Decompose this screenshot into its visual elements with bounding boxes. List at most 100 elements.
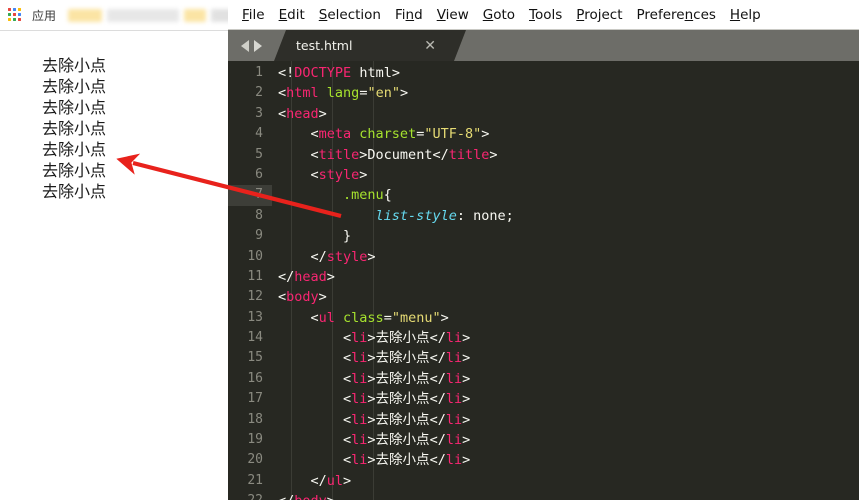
- code-token: >: [462, 350, 471, 367]
- bookmark-item[interactable]: [211, 9, 228, 22]
- code-line[interactable]: 2 <html lang="en">: [228, 83, 859, 103]
- line-number: 16: [247, 370, 263, 386]
- menu-item-tools[interactable]: Tools: [522, 5, 569, 24]
- code-token: >: [481, 126, 490, 143]
- code-line-text: <head>: [272, 104, 859, 124]
- code-line[interactable]: 13 <ul class="menu">: [228, 308, 859, 328]
- code-token: li: [351, 432, 368, 449]
- menu-item-find[interactable]: Find: [388, 5, 430, 24]
- code-line[interactable]: 10 </style>: [228, 247, 859, 267]
- code-token: >: [367, 350, 376, 367]
- code-line[interactable]: 7 .menu{: [228, 185, 859, 206]
- line-number: 19: [247, 432, 263, 448]
- menu-item-edit[interactable]: Edit: [272, 5, 312, 24]
- code-token: >: [462, 411, 471, 428]
- code-token: {: [383, 187, 392, 204]
- code-line-text: <li>去除小点</li>: [272, 430, 859, 450]
- code-line[interactable]: 20 <li>去除小点</li>: [228, 450, 859, 470]
- code-line-text: <title>Document</title>: [272, 145, 859, 165]
- code-line[interactable]: 4 <meta charset="UTF-8">: [228, 124, 859, 144]
- code-line[interactable]: 1 <!DOCTYPE html>: [228, 63, 859, 83]
- code-token: >: [367, 370, 376, 387]
- code-token: li: [445, 432, 463, 449]
- code-token: >: [489, 146, 498, 163]
- code-line[interactable]: 11 </head>: [228, 267, 859, 287]
- code-line[interactable]: 9 }: [228, 226, 859, 246]
- code-token: DOCTYPE: [294, 65, 352, 81]
- menu-item-selection[interactable]: Selection: [312, 5, 388, 24]
- code-line[interactable]: 22</body>: [228, 491, 859, 500]
- close-icon[interactable]: ✕: [424, 39, 436, 53]
- menu-item-file[interactable]: File: [235, 5, 272, 24]
- code-token: >: [462, 452, 471, 469]
- code-token: li: [445, 452, 463, 469]
- apps-grid-dot: [13, 18, 16, 21]
- code-line[interactable]: 12 <body>: [228, 287, 859, 307]
- code-line[interactable]: 15 <li>去除小点</li>: [228, 348, 859, 368]
- code-token: li: [351, 350, 368, 367]
- tab-test-html[interactable]: test.html ✕: [274, 30, 466, 61]
- code-token: <: [278, 309, 319, 326]
- code-line[interactable]: 17 <li>去除小点</li>: [228, 389, 859, 409]
- code-line-text: </head>: [272, 267, 859, 287]
- code-line[interactable]: 3 <head>: [228, 104, 859, 124]
- triangle-right-icon[interactable]: [253, 39, 262, 52]
- code-token: >: [462, 391, 471, 408]
- line-number: 15: [247, 350, 263, 366]
- bookmark-items[interactable]: [68, 9, 228, 22]
- list-item: 去除小点: [42, 77, 107, 96]
- triangle-left-icon[interactable]: [240, 39, 249, 52]
- code-line[interactable]: 21 </ul>: [228, 471, 859, 491]
- tab-title: test.html: [296, 38, 353, 53]
- browser-page-content: 去除小点 去除小点 去除小点 去除小点 去除小点 去除小点 去除小点: [0, 31, 228, 500]
- code-line-text: }: [272, 226, 859, 246]
- bookmark-apps-label[interactable]: 应用: [32, 7, 56, 24]
- code-token: >: [462, 330, 471, 347]
- line-number: 10: [247, 248, 263, 264]
- code-token: head: [294, 268, 327, 285]
- code-line[interactable]: 6 <style>: [228, 165, 859, 185]
- code-token: </: [429, 370, 446, 387]
- bookmark-item[interactable]: [107, 9, 180, 22]
- menu-item-view[interactable]: View: [430, 5, 476, 24]
- code-token: </: [278, 493, 294, 500]
- code-token: >: [367, 248, 376, 265]
- code-line[interactable]: 14 <li>去除小点</li>: [228, 328, 859, 348]
- apps-grid-icon[interactable]: [8, 8, 23, 23]
- code-line[interactable]: 16 <li>去除小点</li>: [228, 369, 859, 389]
- code-line-text: <li>去除小点</li>: [272, 328, 859, 348]
- editor-menu-bar: File Edit Selection Find View Goto Tools Projec…: [228, 0, 859, 30]
- sublime-text-editor: File Edit Selection Find View Goto Tools Projec…: [228, 0, 859, 500]
- tab-nav-arrows[interactable]: [228, 30, 274, 61]
- code-line[interactable]: 18 <li>去除小点</li>: [228, 410, 859, 430]
- code-token: li: [445, 370, 463, 387]
- apps-grid-dot: [18, 13, 21, 16]
- code-token: class: [343, 309, 384, 326]
- code-line[interactable]: 19 <li>去除小点</li>: [228, 430, 859, 450]
- code-token: <: [278, 432, 352, 449]
- menu-item-preferences[interactable]: Preferences: [630, 5, 723, 24]
- code-token: >: [367, 411, 376, 428]
- menu-item-goto[interactable]: Goto: [476, 5, 522, 24]
- menu-item-help[interactable]: Help: [723, 5, 768, 24]
- code-token: body: [286, 289, 319, 306]
- code-token: li: [445, 350, 463, 367]
- code-editor-viewport[interactable]: 1 <!DOCTYPE html> 2 <html lang="en"> 3 <head>…: [228, 61, 859, 500]
- bookmark-item[interactable]: [184, 9, 207, 22]
- code-token: >: [367, 432, 376, 449]
- code-token: <: [278, 370, 352, 387]
- line-number: 8: [255, 207, 263, 223]
- code-token: ul: [326, 472, 344, 489]
- code-line-text: <li>去除小点</li>: [272, 450, 859, 470]
- code-line[interactable]: 8 list-style: none;: [228, 206, 859, 226]
- line-number: 13: [247, 309, 263, 325]
- code-token: <: [278, 391, 352, 408]
- list-item: 去除小点: [42, 56, 107, 75]
- code-token: li: [445, 391, 463, 408]
- code-line[interactable]: 5 <title>Document</title>: [228, 145, 859, 165]
- menu-item-project[interactable]: Project: [569, 5, 629, 24]
- code-token: >: [462, 432, 471, 449]
- bookmark-item[interactable]: [68, 9, 103, 22]
- code-lines: 1 <!DOCTYPE html> 2 <html lang="en"> 3 <head>…: [228, 61, 859, 500]
